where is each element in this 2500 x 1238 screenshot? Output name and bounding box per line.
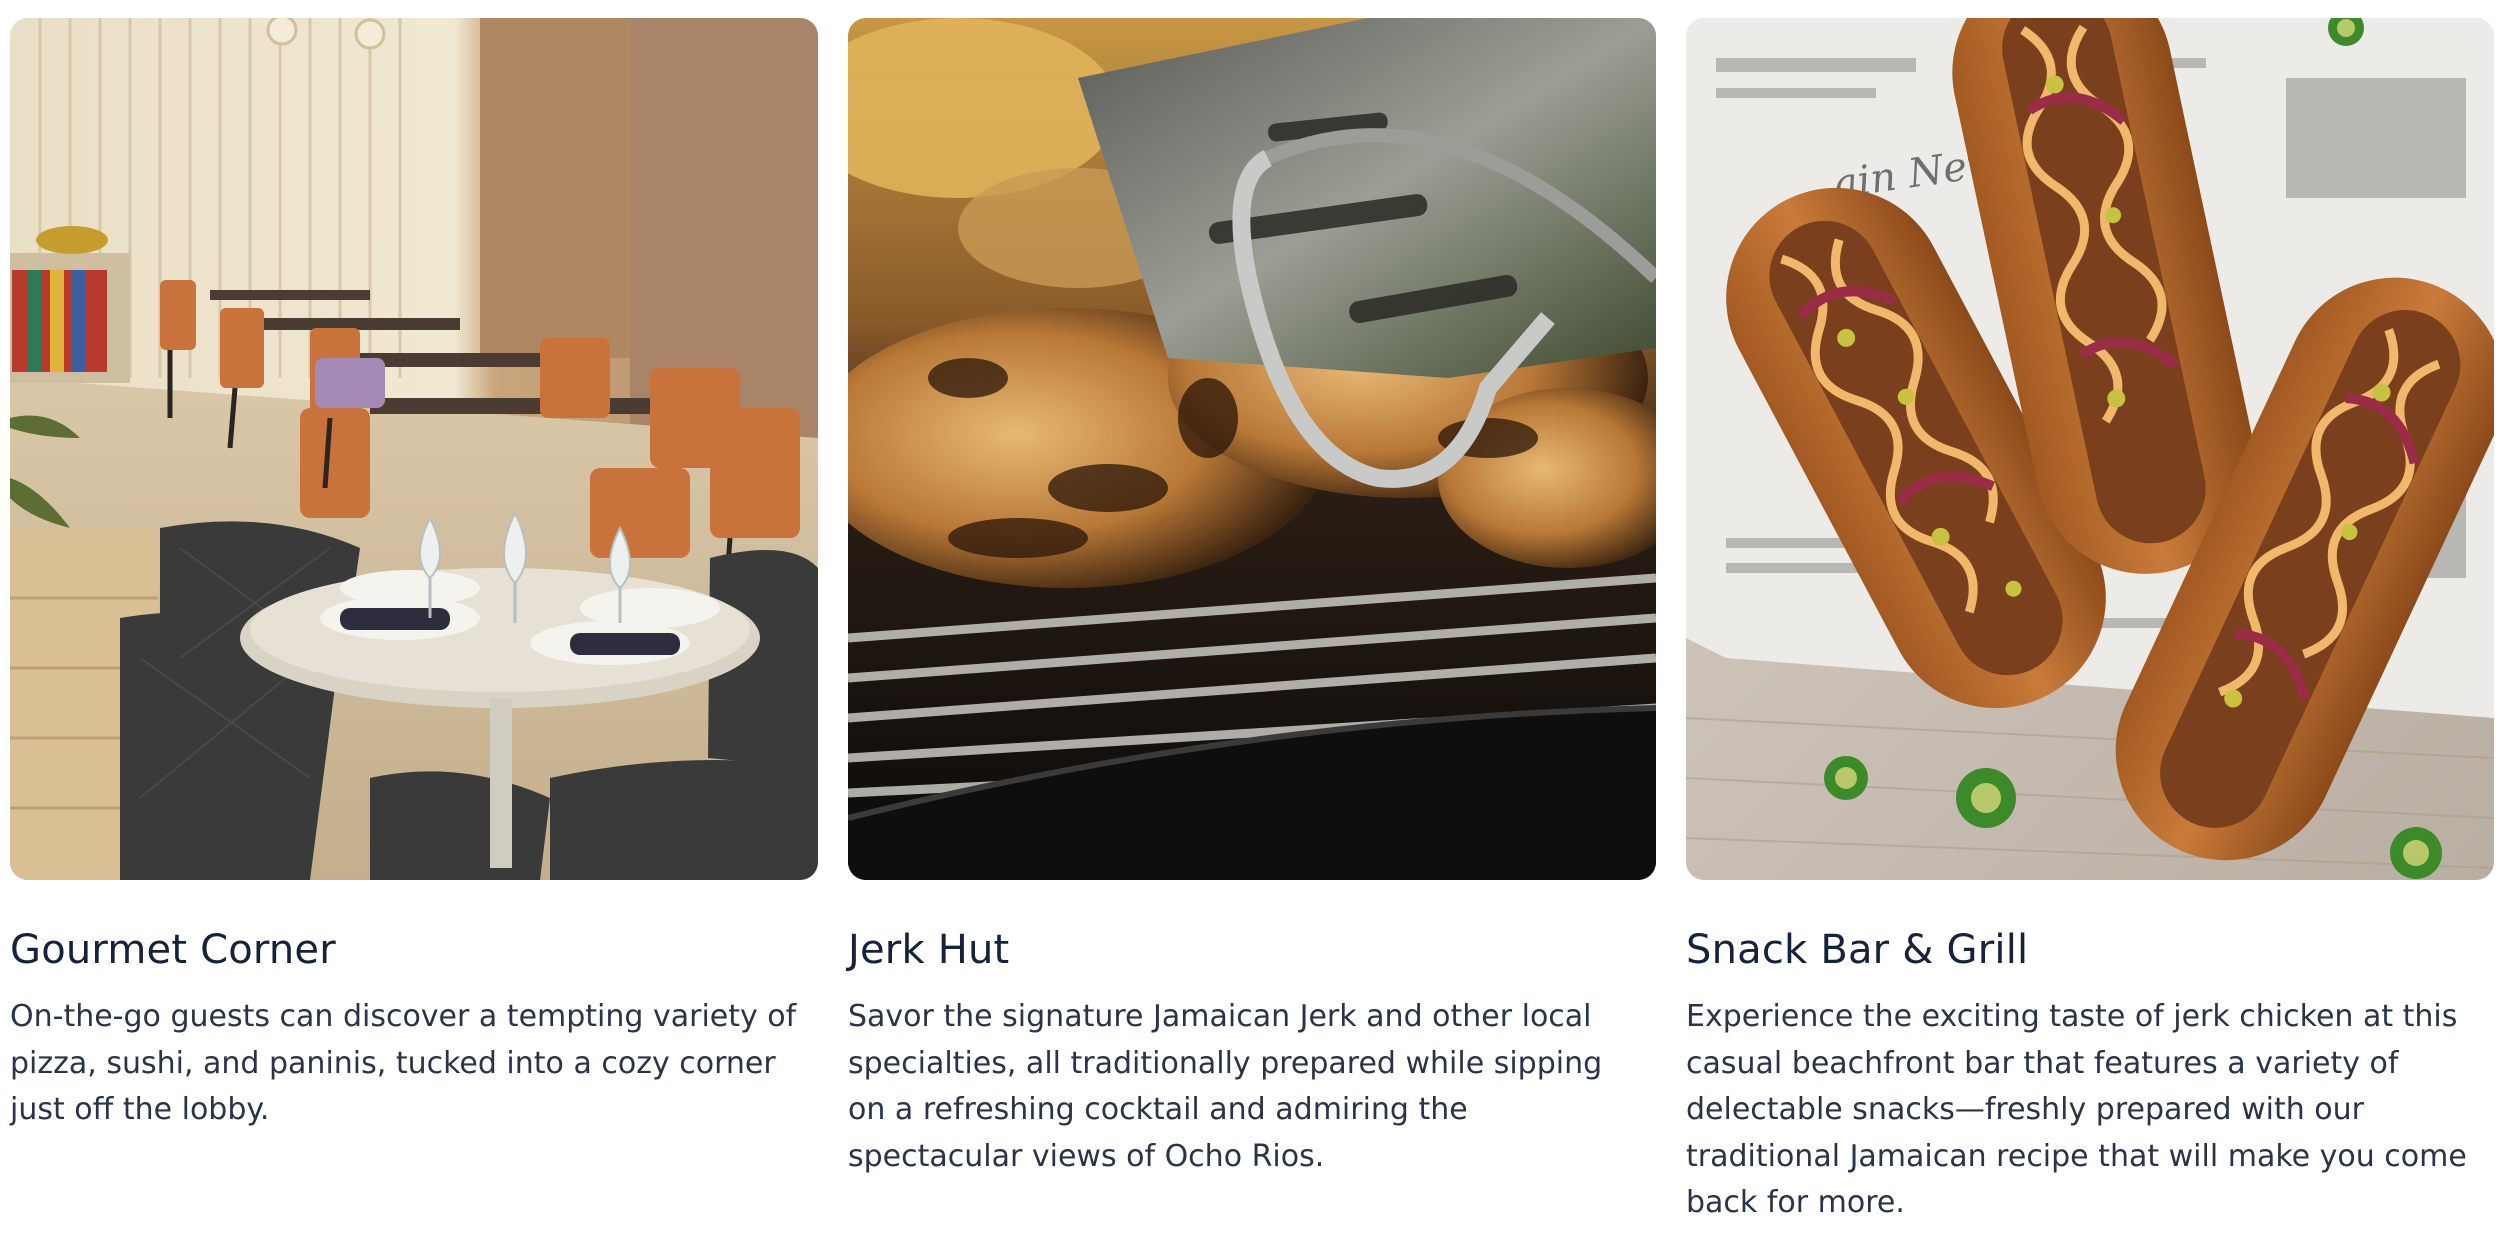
grilled-jerk-chicken-illustration	[848, 18, 1656, 880]
card-title[interactable]: Gourmet Corner	[10, 924, 818, 976]
gourmet-corner-image[interactable]	[10, 18, 818, 880]
card-description: Experience the exciting taste of jerk ch…	[1686, 999, 2467, 1220]
snack-bar-grill-image[interactable]: ain News	[1686, 18, 2494, 880]
card-description: Savor the signature Jamaican Jerk and ot…	[848, 999, 1603, 1174]
card-title[interactable]: Snack Bar & Grill	[1686, 924, 2494, 976]
hot-dogs-on-newspaper-illustration: ain News	[1686, 18, 2494, 880]
card-description: On-the-go guests can discover a tempting…	[10, 999, 797, 1127]
restaurant-dining-room-illustration	[10, 18, 818, 880]
jerk-hut-image[interactable]	[848, 18, 1656, 880]
dining-card-gourmet-corner[interactable]: Gourmet Corner On-the-go guests can disc…	[10, 18, 818, 1227]
dining-cards-grid: Gourmet Corner On-the-go guests can disc…	[10, 18, 2494, 1227]
dining-card-jerk-hut[interactable]: Jerk Hut Savor the signature Jamaican Je…	[848, 18, 1656, 1227]
dining-card-snack-bar-grill[interactable]: ain News Snack Bar & Grill Experience th…	[1686, 18, 2494, 1227]
card-title[interactable]: Jerk Hut	[848, 924, 1656, 976]
